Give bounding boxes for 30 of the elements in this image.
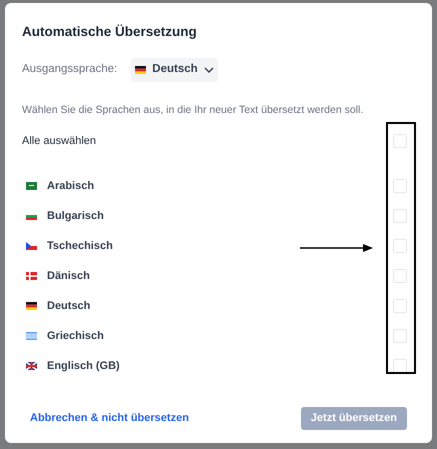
checkbox[interactable] (393, 239, 407, 253)
language-name: Tschechisch (47, 238, 113, 254)
checkbox[interactable] (393, 209, 407, 223)
language-name: Dänisch (47, 268, 90, 284)
language-name: Arabisch (47, 178, 94, 194)
flag-icon (26, 182, 37, 190)
checkbox[interactable] (393, 359, 407, 373)
select-all-label: Alle auswählen (22, 134, 96, 149)
flag-icon (26, 272, 37, 280)
source-language-label: Ausgangssprache: (22, 62, 118, 78)
checkbox[interactable] (393, 329, 407, 343)
flag-icon (135, 66, 146, 74)
checkbox[interactable] (393, 299, 407, 313)
language-name: Bulgarisch (47, 208, 104, 224)
language-name: Englisch (GB) (47, 358, 120, 374)
chevron-down-icon (204, 67, 214, 73)
flag-icon (26, 212, 37, 220)
language-name: Deutsch (47, 298, 90, 314)
flag-icon (26, 242, 37, 250)
instruction-text: Wählen Sie die Sprachen aus, in die Ihr neuer Text übersetzt werden soll. (22, 103, 364, 117)
checkbox[interactable] (393, 269, 407, 283)
dialog-title: Automatische Übersetzung (22, 23, 198, 41)
flag-icon (26, 302, 37, 310)
language-name: Griechisch (47, 328, 104, 344)
language-dropdown[interactable]: Deutsch (131, 58, 218, 82)
cancel-link[interactable]: Abbrechen & nicht übersetzen (30, 410, 189, 427)
flag-icon (26, 332, 37, 340)
checkbox[interactable] (393, 134, 407, 148)
checkbox[interactable] (393, 179, 407, 193)
flag-icon (26, 362, 37, 370)
